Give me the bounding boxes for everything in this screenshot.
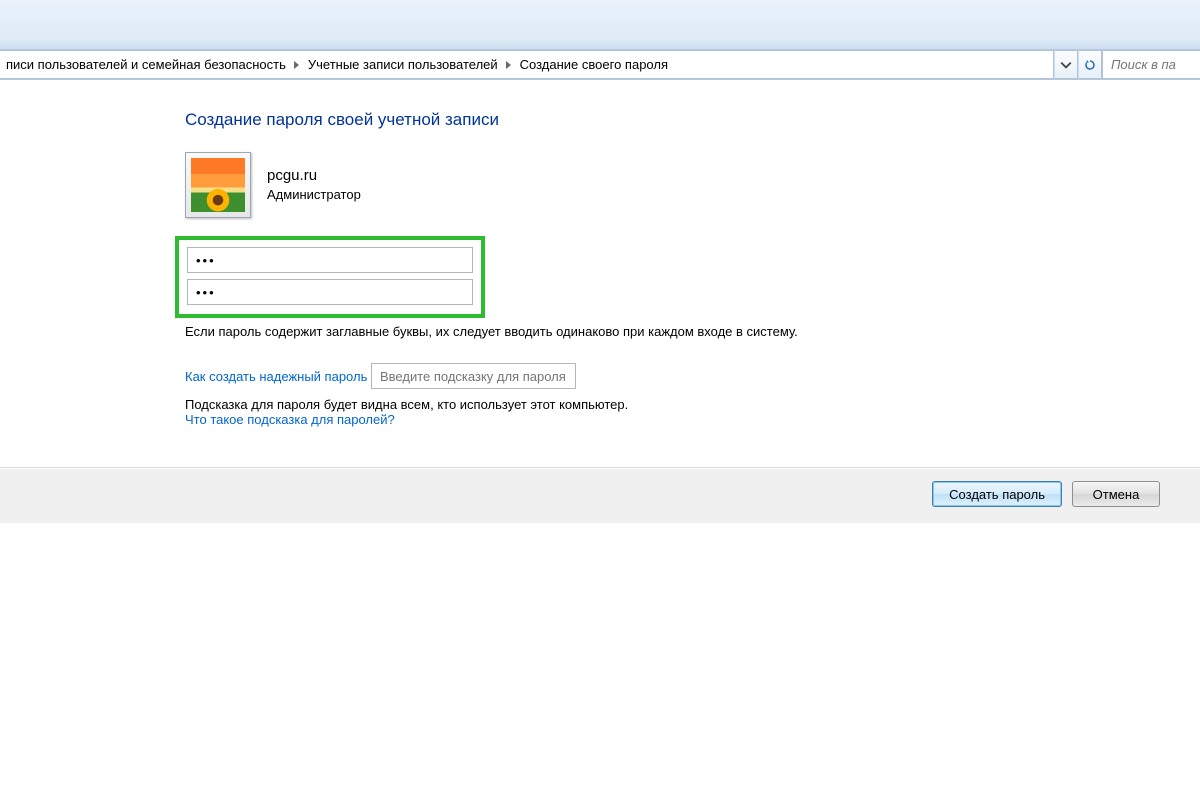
caps-note: Если пароль содержит заглавные буквы, их…	[185, 324, 1160, 339]
confirm-password-input[interactable]	[187, 279, 473, 305]
hint-visibility-note: Подсказка для пароля будет видна всем, к…	[185, 397, 1160, 412]
search-input[interactable]	[1109, 56, 1200, 73]
what-is-password-hint-link[interactable]: Что такое подсказка для паролей?	[185, 412, 395, 427]
content-pane: Создание пароля своей учетной записи pcg…	[0, 80, 1200, 427]
breadcrumb[interactable]: писи пользователей и семейная безопаснос…	[0, 50, 1054, 79]
breadcrumb-item-label: Учетные записи пользователей	[308, 57, 498, 72]
chevron-right-icon	[506, 61, 511, 69]
breadcrumb-item-1[interactable]: Учетные записи пользователей	[302, 51, 504, 78]
account-summary: pcgu.ru Администратор	[185, 152, 1160, 218]
account-name: pcgu.ru	[267, 166, 361, 186]
button-bar: Создать пароль Отмена	[0, 469, 1200, 523]
search-field[interactable]	[1102, 50, 1200, 79]
new-password-input[interactable]	[187, 247, 473, 273]
account-picture	[191, 158, 245, 212]
cancel-button[interactable]: Отмена	[1072, 481, 1160, 507]
breadcrumb-item-0[interactable]: писи пользователей и семейная безопаснос…	[0, 51, 292, 78]
chevron-down-icon	[1060, 59, 1072, 71]
account-picture-frame	[185, 152, 251, 218]
password-inputs-highlight	[175, 236, 485, 318]
refresh-icon	[1084, 59, 1096, 71]
account-role: Администратор	[267, 186, 361, 204]
window-titlebar-area	[0, 0, 1200, 50]
breadcrumb-item-label: писи пользователей и семейная безопаснос…	[6, 57, 286, 72]
how-to-create-strong-password-link[interactable]: Как создать надежный пароль	[185, 369, 367, 384]
refresh-button[interactable]	[1078, 50, 1102, 79]
account-meta: pcgu.ru Администратор	[267, 166, 361, 204]
create-password-button[interactable]: Создать пароль	[932, 481, 1062, 507]
address-bar: писи пользователей и семейная безопаснос…	[0, 50, 1200, 80]
address-history-dropdown[interactable]	[1054, 50, 1078, 79]
password-hint-input[interactable]	[371, 363, 576, 389]
breadcrumb-item-label: Создание своего пароля	[520, 57, 668, 72]
chevron-right-icon	[294, 61, 299, 69]
page-title: Создание пароля своей учетной записи	[185, 110, 1160, 130]
breadcrumb-item-2[interactable]: Создание своего пароля	[514, 51, 674, 78]
